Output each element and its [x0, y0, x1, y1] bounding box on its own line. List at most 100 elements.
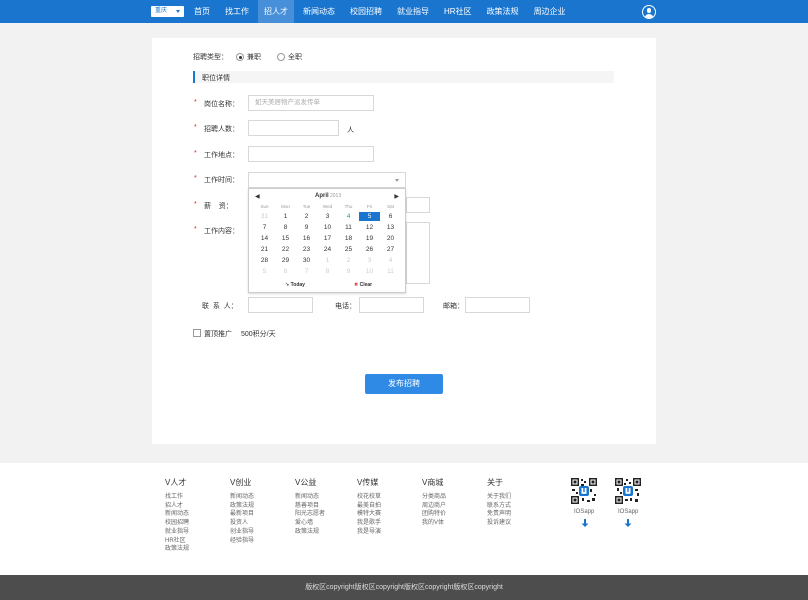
- dp-day[interactable]: 11: [338, 223, 359, 232]
- footer-link[interactable]: 我是歌手: [357, 519, 381, 528]
- dp-day[interactable]: 28: [254, 256, 275, 265]
- footer-link[interactable]: 校园招聘: [165, 519, 189, 528]
- dp-day[interactable]: 29: [275, 256, 296, 265]
- dp-day[interactable]: 7: [254, 223, 275, 232]
- dp-day[interactable]: 16: [296, 234, 317, 243]
- user-avatar-icon[interactable]: [642, 5, 656, 19]
- dp-day[interactable]: 23: [296, 245, 317, 254]
- email-input[interactable]: [465, 297, 530, 313]
- footer-link[interactable]: 慈善项目: [295, 502, 325, 511]
- footer-link[interactable]: 经验指导: [230, 537, 254, 546]
- dp-day[interactable]: 19: [359, 234, 380, 243]
- type-radio-parttime[interactable]: [236, 53, 244, 61]
- footer-link[interactable]: 关于我们: [487, 493, 511, 502]
- nav-item-campus[interactable]: 校园招聘: [344, 0, 388, 23]
- dp-day[interactable]: 2: [338, 256, 359, 265]
- dp-day[interactable]: 6: [275, 267, 296, 276]
- download-arrow-icon[interactable]: [581, 519, 589, 528]
- content-textarea[interactable]: [406, 222, 430, 284]
- footer-link[interactable]: 新闻动态: [165, 510, 189, 519]
- footer-link[interactable]: 就业指导: [165, 528, 189, 537]
- dp-day[interactable]: 14: [254, 234, 275, 243]
- footer-link[interactable]: 投诉建议: [487, 519, 511, 528]
- dp-day[interactable]: 4: [380, 256, 401, 265]
- next-month-icon[interactable]: ▶: [394, 193, 399, 200]
- dp-day[interactable]: 18: [338, 234, 359, 243]
- submit-button[interactable]: 发布招聘: [365, 374, 443, 394]
- dp-day[interactable]: 6: [380, 212, 401, 221]
- dp-day[interactable]: 21: [254, 245, 275, 254]
- footer-link[interactable]: 招人才: [165, 502, 189, 511]
- dp-day[interactable]: 5: [254, 267, 275, 276]
- dp-day[interactable]: 25: [338, 245, 359, 254]
- nav-item-nearby[interactable]: 周边企业: [528, 0, 572, 23]
- footer-link[interactable]: 创业指导: [230, 528, 254, 537]
- footer-link[interactable]: 政策法规: [230, 502, 254, 511]
- type-radio-fulltime[interactable]: [277, 53, 285, 61]
- dp-day[interactable]: 2: [296, 212, 317, 221]
- footer-link[interactable]: 政策法规: [165, 545, 189, 554]
- promo-checkbox[interactable]: [193, 329, 201, 337]
- dp-day[interactable]: 8: [317, 267, 338, 276]
- footer-link[interactable]: 团购特价: [422, 510, 446, 519]
- dp-day[interactable]: 30: [296, 256, 317, 265]
- dp-day[interactable]: 5: [359, 212, 380, 221]
- dp-day[interactable]: 3: [317, 212, 338, 221]
- footer-link[interactable]: 新闻动态: [295, 493, 325, 502]
- dp-day[interactable]: 27: [380, 245, 401, 254]
- nav-item-recruit[interactable]: 招人才: [258, 0, 294, 23]
- footer-link[interactable]: 模特大赛: [357, 510, 381, 519]
- prev-month-icon[interactable]: ◀: [255, 193, 260, 200]
- count-input[interactable]: [248, 120, 339, 136]
- dp-day[interactable]: 13: [380, 223, 401, 232]
- dp-today-button[interactable]: ↘ Today: [285, 282, 305, 288]
- nav-item-hr[interactable]: HR社区: [438, 0, 478, 23]
- dp-day[interactable]: 3: [359, 256, 380, 265]
- dp-day[interactable]: 22: [275, 245, 296, 254]
- dp-day[interactable]: 31: [254, 212, 275, 221]
- footer-link[interactable]: 我是导演: [357, 528, 381, 537]
- dp-day[interactable]: 1: [317, 256, 338, 265]
- dp-clear-button[interactable]: ✖ Clear: [354, 282, 372, 288]
- download-arrow-icon[interactable]: [624, 519, 632, 528]
- phone-input[interactable]: [359, 297, 424, 313]
- position-input[interactable]: 如天美居物产派发传单: [248, 95, 374, 111]
- dp-day[interactable]: 17: [317, 234, 338, 243]
- dp-day[interactable]: 26: [359, 245, 380, 254]
- footer-link[interactable]: 新闻动态: [230, 493, 254, 502]
- nav-item-guidance[interactable]: 就业指导: [391, 0, 435, 23]
- salary-input[interactable]: [406, 197, 430, 213]
- nav-item-find-job[interactable]: 找工作: [219, 0, 255, 23]
- dp-day[interactable]: 7: [296, 267, 317, 276]
- footer-link[interactable]: 阳光志愿者: [295, 510, 325, 519]
- dp-day[interactable]: 20: [380, 234, 401, 243]
- dp-day[interactable]: 11: [380, 267, 401, 276]
- nav-item-news[interactable]: 新闻动态: [297, 0, 341, 23]
- dp-day[interactable]: 10: [359, 267, 380, 276]
- contact-input[interactable]: [248, 297, 313, 313]
- footer-link[interactable]: 免责声明: [487, 510, 511, 519]
- footer-link[interactable]: 校花校草: [357, 493, 381, 502]
- footer-link[interactable]: HR社区: [165, 537, 189, 546]
- footer-link[interactable]: 周边商户: [422, 502, 446, 511]
- footer-link[interactable]: 我的V体: [422, 519, 446, 528]
- footer-link[interactable]: 投资人: [230, 519, 254, 528]
- footer-link[interactable]: 政策法规: [295, 528, 325, 537]
- dp-day[interactable]: 1: [275, 212, 296, 221]
- footer-link[interactable]: 联系方式: [487, 502, 511, 511]
- dp-day[interactable]: 10: [317, 223, 338, 232]
- dp-day[interactable]: 12: [359, 223, 380, 232]
- footer-link[interactable]: 最新项目: [230, 510, 254, 519]
- dp-day[interactable]: 9: [338, 267, 359, 276]
- footer-link[interactable]: 找工作: [165, 493, 189, 502]
- footer-link[interactable]: 最美自拍: [357, 502, 381, 511]
- work-time-select[interactable]: [248, 172, 406, 188]
- footer-link[interactable]: 分类商品: [422, 493, 446, 502]
- nav-item-home[interactable]: 首页: [188, 0, 216, 23]
- city-selector[interactable]: 重庆: [151, 6, 184, 17]
- dp-day[interactable]: 8: [275, 223, 296, 232]
- footer-link[interactable]: 爱心墙: [295, 519, 325, 528]
- dp-day[interactable]: 15: [275, 234, 296, 243]
- dp-day[interactable]: 24: [317, 245, 338, 254]
- dp-day[interactable]: 4: [338, 212, 359, 221]
